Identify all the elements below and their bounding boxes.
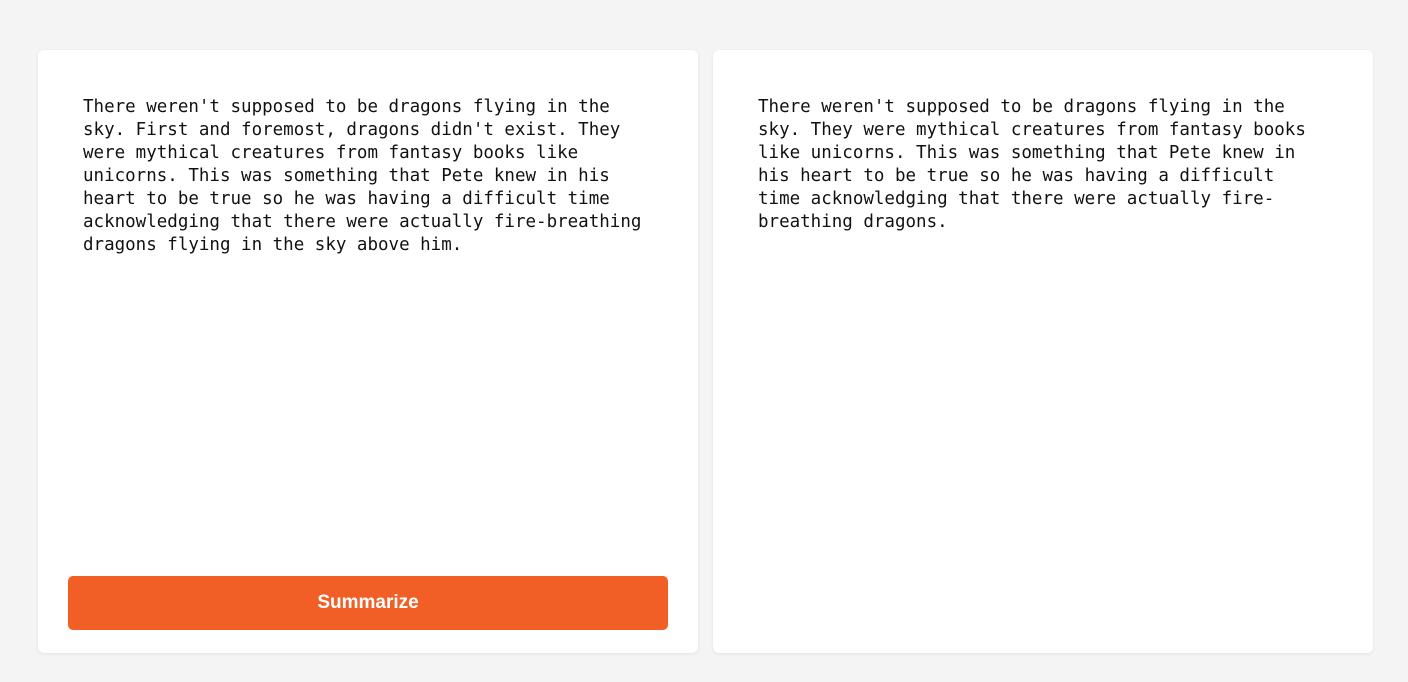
summarize-button[interactable]: Summarize bbox=[68, 576, 668, 630]
output-panel: There weren't supposed to be dragons fly… bbox=[713, 50, 1373, 653]
output-text-area: There weren't supposed to be dragons fly… bbox=[758, 97, 1306, 232]
input-panel: There weren't supposed to be dragons fly… bbox=[38, 50, 698, 653]
input-text-area[interactable]: There weren't supposed to be dragons fly… bbox=[83, 96, 663, 257]
page: There weren't supposed to be dragons fly… bbox=[0, 0, 1408, 682]
